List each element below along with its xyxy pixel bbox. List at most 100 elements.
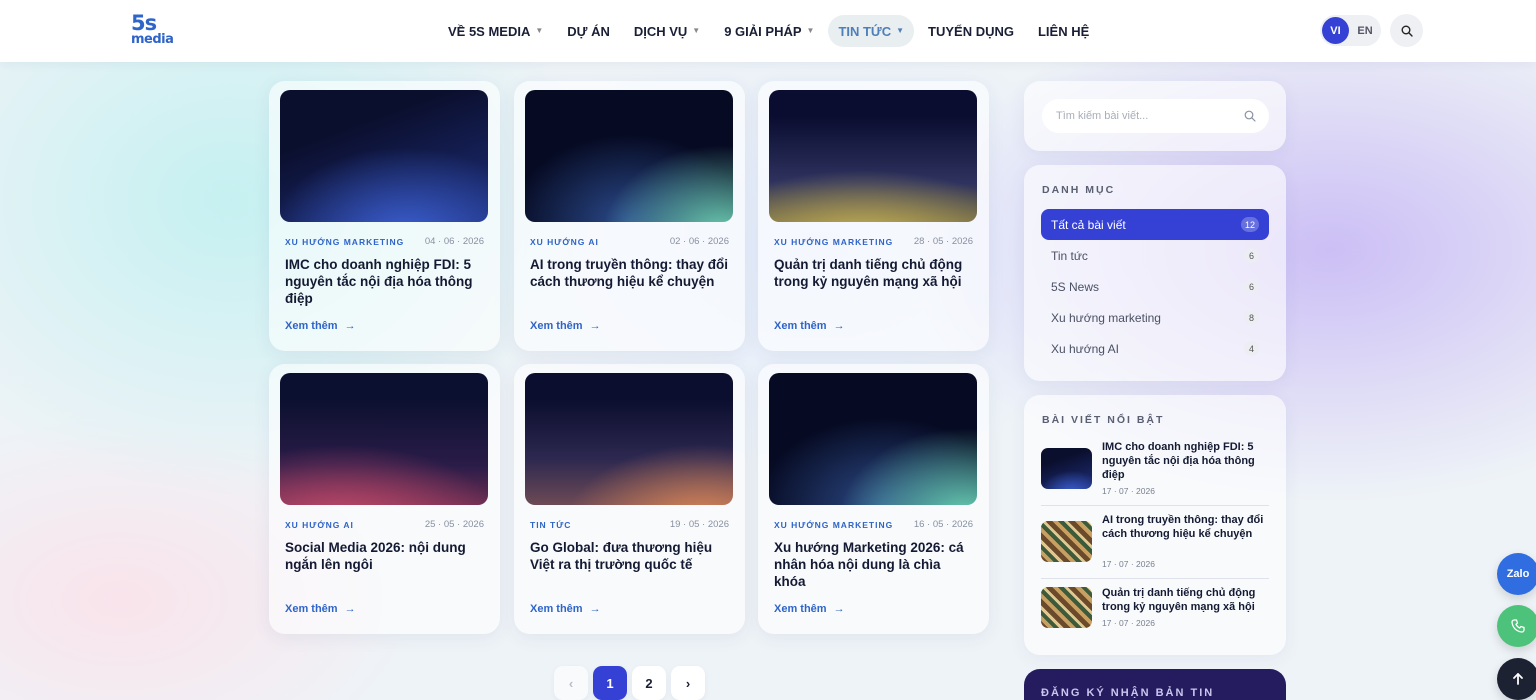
nav-item-careers[interactable]: TUYỂN DỤNG (918, 15, 1024, 47)
category-item-ai-trends[interactable]: Xu hướng AI 4 (1041, 333, 1269, 364)
phone-icon (1511, 619, 1525, 633)
featured-thumbnail[interactable] (1041, 448, 1092, 489)
featured-post[interactable]: Quản trị danh tiếng chủ động trong kỷ ng… (1041, 586, 1269, 636)
featured-thumbnail[interactable] (1041, 521, 1092, 562)
arrow-right-icon: → (833, 320, 845, 332)
read-more-link[interactable]: Xem thêm → (285, 603, 356, 615)
read-more-link[interactable]: Xem thêm → (774, 320, 845, 332)
back-to-top-button[interactable] (1497, 658, 1536, 700)
article-category[interactable]: XU HƯỚNG MARKETING (774, 237, 893, 247)
article-date: 28 · 05 · 2026 (913, 236, 973, 247)
read-more-link[interactable]: Xem thêm → (285, 320, 356, 332)
categories-heading: DANH MỤC (1042, 184, 1116, 196)
newsletter-heading: ĐĂNG KÝ NHẬN BẢN TIN (1041, 687, 1215, 699)
arrow-right-icon: → (589, 603, 601, 615)
pagination-next-button[interactable]: › (671, 666, 705, 700)
header-search-button[interactable] (1390, 14, 1423, 47)
newsletter-panel: ĐĂNG KÝ NHẬN BẢN TIN (1024, 669, 1286, 700)
arrow-right-icon: → (833, 603, 845, 615)
category-count-badge: 6 (1244, 279, 1259, 294)
featured-title[interactable]: IMC cho doanh nghiệp FDI: 5 nguyên tắc n… (1102, 440, 1268, 482)
featured-date: 17 · 07 · 2026 (1102, 486, 1155, 496)
article-title[interactable]: AI trong truyền thông: thay đổi cách thư… (530, 256, 730, 290)
article-card[interactable]: XU HƯỚNG MARKETING 04 · 06 · 2026 IMC ch… (269, 81, 500, 351)
article-thumbnail[interactable] (280, 90, 488, 222)
read-more-link[interactable]: Xem thêm → (774, 603, 845, 615)
article-card[interactable]: XU HƯỚNG AI 02 · 06 · 2026 AI trong truy… (514, 81, 745, 351)
read-more-link[interactable]: Xem thêm → (530, 320, 601, 332)
article-thumbnail[interactable] (769, 373, 977, 505)
article-card[interactable]: XU HƯỚNG AI 25 · 05 · 2026 Social Media … (269, 364, 500, 634)
article-title[interactable]: Xu hướng Marketing 2026: cá nhân hóa nội… (774, 539, 974, 590)
pagination-prev-button[interactable]: ‹ (554, 666, 588, 700)
nav-item-news[interactable]: TIN TỨC ▼ (828, 15, 915, 47)
arrow-up-icon (1513, 673, 1523, 685)
category-count-badge: 4 (1244, 341, 1259, 356)
sidebar-featured-panel: BÀI VIẾT NỔI BẬT IMC cho doanh nghiệp FD… (1024, 395, 1286, 655)
language-switcher: VI EN (1320, 15, 1381, 46)
chevron-down-icon: ▼ (896, 25, 905, 35)
nav-item-about[interactable]: VỀ 5S MEDIA ▼ (438, 15, 553, 47)
arrow-right-icon: → (344, 603, 356, 615)
article-card[interactable]: TIN TỨC 19 · 05 · 2026 Go Global: đưa th… (514, 364, 745, 634)
logo[interactable]: 5s media (131, 11, 177, 48)
article-title[interactable]: IMC cho doanh nghiệp FDI: 5 nguyên tắc n… (285, 256, 485, 307)
chevron-down-icon: ▼ (692, 25, 701, 35)
pagination-page-1[interactable]: 1 (593, 666, 627, 700)
article-date: 16 · 05 · 2026 (913, 519, 973, 530)
sidebar-search-panel (1024, 81, 1286, 151)
featured-post[interactable]: AI trong truyền thông: thay đổi cách thư… (1041, 513, 1269, 573)
pagination-page-2[interactable]: 2 (632, 666, 666, 700)
search-icon (1401, 25, 1413, 37)
category-count-badge: 12 (1240, 217, 1259, 232)
sidebar-categories-panel: DANH MỤC Tất cả bài viết 12 Tin tức 6 5S N… (1024, 165, 1286, 381)
article-date: 02 · 06 · 2026 (669, 236, 729, 247)
main-nav: VỀ 5S MEDIA ▼ DỰ ÁN DỊCH VỤ ▼ 9 GIẢI PHÁP ▼… (438, 15, 1103, 47)
nav-item-contact[interactable]: LIÊN HỆ (1028, 15, 1099, 47)
featured-thumbnail[interactable] (1041, 587, 1092, 628)
article-card[interactable]: XU HƯỚNG MARKETING 16 · 05 · 2026 Xu hướ… (758, 364, 989, 634)
nav-item-projects[interactable]: DỰ ÁN (557, 15, 620, 47)
article-card[interactable]: XU HƯỚNG MARKETING 28 · 05 · 2026 Quản t… (758, 81, 989, 351)
category-item-5s-news[interactable]: 5S News 6 (1041, 271, 1269, 302)
lang-en-button[interactable]: EN (1354, 17, 1376, 44)
arrow-right-icon: → (344, 320, 356, 332)
featured-post[interactable]: IMC cho doanh nghiệp FDI: 5 nguyên tắc n… (1041, 440, 1269, 500)
featured-heading: BÀI VIẾT NỔI BẬT (1042, 414, 1165, 426)
nav-item-services[interactable]: DỊCH VỤ ▼ (624, 15, 710, 47)
featured-date: 17 · 07 · 2026 (1102, 559, 1155, 569)
category-count-badge: 6 (1244, 248, 1259, 263)
article-title[interactable]: Quản trị danh tiếng chủ động trong kỷ ng… (774, 256, 974, 290)
article-category[interactable]: TIN TỨC (530, 520, 571, 530)
article-search-input[interactable] (1042, 99, 1269, 133)
nav-item-solutions[interactable]: 9 GIẢI PHÁP ▼ (714, 15, 824, 47)
arrow-right-icon: → (589, 320, 601, 332)
article-title[interactable]: Social Media 2026: nội dung ngắn lên ngô… (285, 539, 485, 573)
article-category[interactable]: XU HƯỚNG MARKETING (774, 520, 893, 530)
article-thumbnail[interactable] (525, 373, 733, 505)
divider (1041, 578, 1269, 579)
search-icon[interactable] (1244, 110, 1256, 122)
article-category[interactable]: XU HƯỚNG MARKETING (285, 237, 404, 247)
category-item-marketing-trends[interactable]: Xu hướng marketing 8 (1041, 302, 1269, 333)
article-category[interactable]: XU HƯỚNG AI (530, 237, 599, 247)
featured-title[interactable]: Quản trị danh tiếng chủ động trong kỷ ng… (1102, 586, 1268, 614)
read-more-link[interactable]: Xem thêm → (530, 603, 601, 615)
site-header: 5s media VỀ 5S MEDIA ▼ DỰ ÁN DỊCH VỤ ▼ 9 G… (0, 0, 1536, 62)
category-item-news[interactable]: Tin tức 6 (1041, 240, 1269, 271)
article-thumbnail[interactable] (280, 373, 488, 505)
article-category[interactable]: XU HƯỚNG AI (285, 520, 354, 530)
phone-call-button[interactable] (1497, 605, 1536, 647)
zalo-chat-button[interactable]: Zalo (1497, 553, 1536, 595)
article-date: 04 · 06 · 2026 (424, 236, 484, 247)
chevron-down-icon: ▼ (806, 25, 815, 35)
category-item-all[interactable]: Tất cả bài viết 12 (1041, 209, 1269, 240)
article-thumbnail[interactable] (525, 90, 733, 222)
article-thumbnail[interactable] (769, 90, 977, 222)
featured-date: 17 · 07 · 2026 (1102, 618, 1155, 628)
lang-vi-button[interactable]: VI (1322, 17, 1349, 44)
article-title[interactable]: Go Global: đưa thương hiệu Việt ra thị t… (530, 539, 730, 573)
divider (1041, 505, 1269, 506)
category-count-badge: 8 (1244, 310, 1259, 325)
featured-title[interactable]: AI trong truyền thông: thay đổi cách thư… (1102, 513, 1268, 541)
